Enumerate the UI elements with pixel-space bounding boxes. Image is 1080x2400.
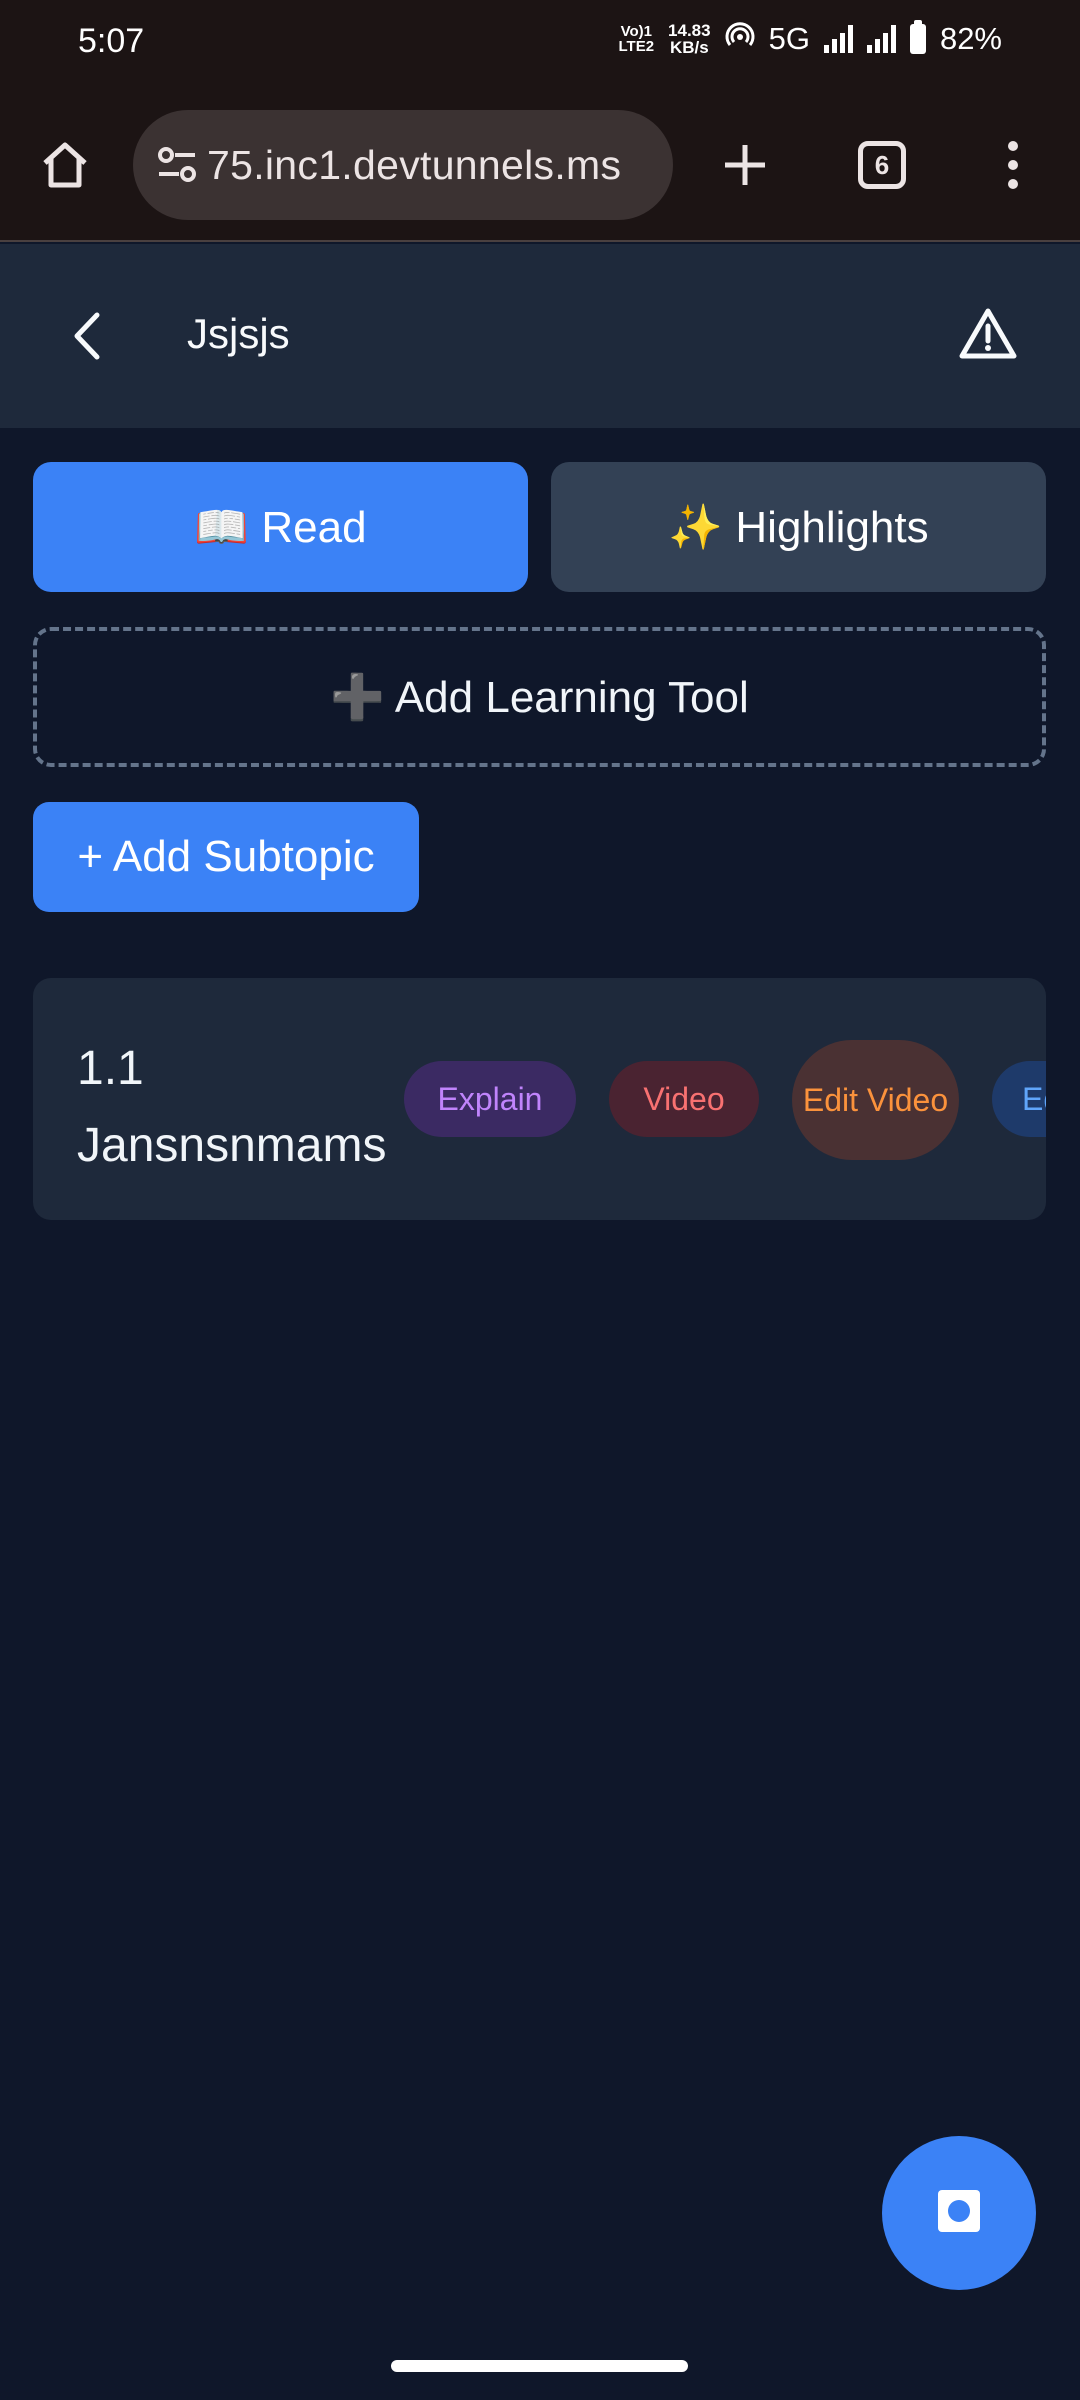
address-bar[interactable]: 75.inc1.devtunnels.ms [133, 110, 673, 220]
tab-highlights[interactable]: ✨ Highlights [551, 462, 1046, 592]
subtopic-title: 1.1 Jansnsnmams [77, 1030, 386, 1184]
tab-read[interactable]: 📖 Read [33, 462, 528, 592]
explain-button[interactable]: Explain [404, 1061, 576, 1137]
tab-count[interactable]: 6 [858, 141, 906, 189]
record-fab-button[interactable] [882, 2136, 1036, 2290]
status-icons: Vo)1 LTE2 14.83 KB/s 5G 82% [618, 20, 1002, 58]
signal-icon-2 [866, 25, 896, 53]
browser-toolbar: 75.inc1.devtunnels.ms 6 [0, 90, 1080, 242]
battery-percent: 82% [939, 21, 1002, 56]
edit-video-button[interactable]: Edit Video [792, 1040, 959, 1160]
more-menu-icon[interactable] [983, 135, 1043, 195]
site-settings-icon[interactable] [155, 142, 201, 188]
hotspot-icon [725, 20, 755, 58]
subtopic-number: 1.1 [77, 1042, 144, 1095]
edit-button-partial[interactable]: Ed [992, 1061, 1046, 1137]
network-label: Vo)1 LTE2 [618, 24, 654, 54]
network-label-bottom: LTE2 [618, 38, 655, 55]
speed-unit: KB/s [669, 38, 709, 57]
speed-value: 14.83 [668, 21, 711, 40]
video-button[interactable]: Video [609, 1061, 759, 1137]
status-time: 5:07 [78, 22, 145, 60]
signal-icon [823, 25, 853, 53]
home-icon[interactable] [35, 135, 95, 195]
record-icon [935, 2187, 983, 2240]
network-label-top: Vo)1 [620, 23, 652, 40]
battery-icon [909, 20, 926, 54]
page-title: Jsjsjs [187, 310, 290, 357]
subtopic-card[interactable]: 1.1 Jansnsnmams Explain Video Edit Video… [33, 978, 1046, 1220]
new-tab-icon[interactable] [715, 135, 775, 195]
subtopic-name: Jansnsnmams [77, 1119, 387, 1172]
home-indicator[interactable] [391, 2360, 688, 2372]
add-subtopic-button[interactable]: + Add Subtopic [33, 802, 419, 912]
status-bar: 5:07 Vo)1 LTE2 14.83 KB/s 5G 82% [0, 0, 1080, 90]
data-speed: 14.83 KB/s [668, 22, 711, 56]
url-text[interactable]: 75.inc1.devtunnels.ms [207, 142, 621, 189]
tab-switcher-icon[interactable]: 6 [852, 135, 912, 195]
warning-icon[interactable] [956, 302, 1020, 366]
back-arrow-icon[interactable] [55, 304, 119, 368]
app-header: Jsjsjs [0, 244, 1080, 428]
add-learning-tool-button[interactable]: ➕ Add Learning Tool [33, 627, 1046, 767]
network-type: 5G [768, 21, 810, 56]
